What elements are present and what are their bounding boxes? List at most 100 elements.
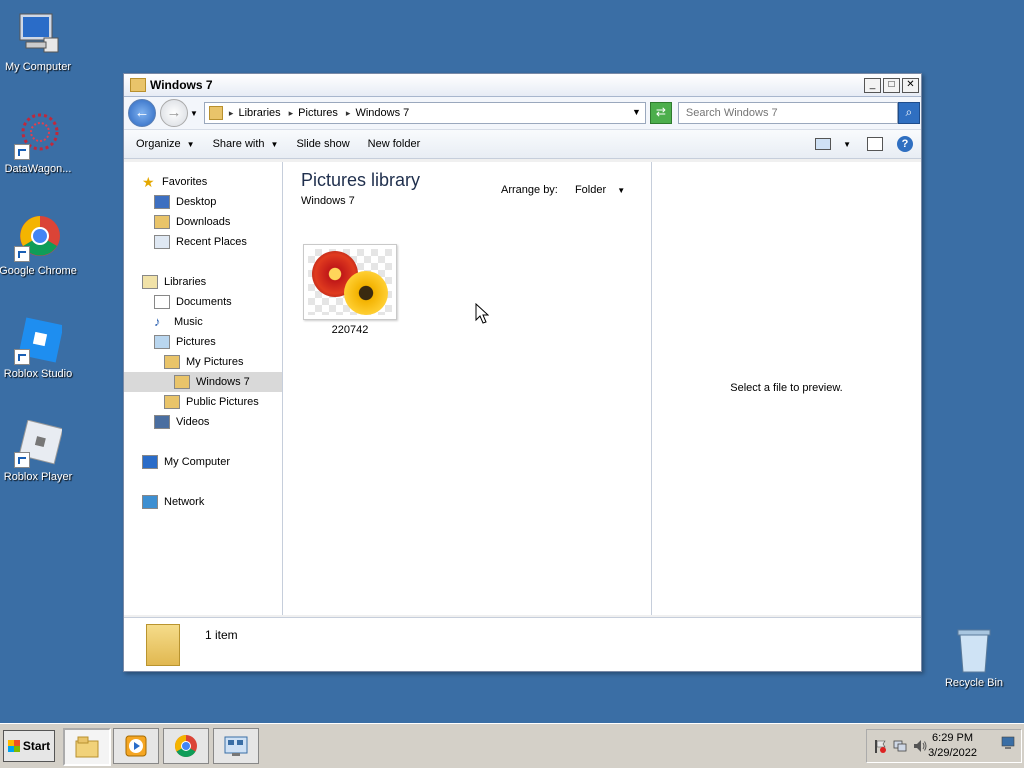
search-icon[interactable]: ⌕ xyxy=(897,102,920,124)
clock[interactable]: 6:29 PM 3/29/2022 xyxy=(928,731,977,761)
nav-label: Public Pictures xyxy=(186,396,259,408)
window-titlebar[interactable]: Windows 7 _ □ ✕ xyxy=(124,74,921,97)
nav-my-pictures[interactable]: My Pictures xyxy=(124,352,282,372)
clock-date: 3/29/2022 xyxy=(928,747,977,759)
action-center-flag-icon[interactable] xyxy=(873,739,887,753)
new-folder-button[interactable]: New folder xyxy=(368,138,421,150)
preview-pane: Select a file to preview. xyxy=(652,162,921,615)
organize-button[interactable]: Organize ▼ xyxy=(136,138,195,150)
nav-videos[interactable]: Videos xyxy=(124,412,282,432)
folder-icon xyxy=(164,355,180,369)
chevron-down-icon[interactable]: ▼ xyxy=(617,186,625,195)
nav-label: Pictures xyxy=(176,336,216,348)
windows-logo-icon xyxy=(7,740,20,752)
panes: ★ Favorites Desktop Downloads Recent Plac… xyxy=(124,162,921,615)
view-dropdown-icon[interactable]: ▼ xyxy=(843,140,851,149)
volume-icon[interactable] xyxy=(913,739,927,753)
slide-show-button[interactable]: Slide show xyxy=(296,138,349,150)
nav-pictures[interactable]: Pictures xyxy=(124,332,282,352)
taskbar-control-panel[interactable] xyxy=(213,728,259,764)
back-button[interactable]: ← xyxy=(128,99,156,127)
help-icon[interactable]: ? xyxy=(897,136,913,152)
roblox-studio-icon xyxy=(14,317,64,365)
show-desktop-icon[interactable] xyxy=(1001,736,1015,750)
search-box[interactable]: ⌕ xyxy=(677,102,920,124)
forward-button[interactable]: → xyxy=(160,99,188,127)
minimize-button[interactable]: _ xyxy=(864,77,881,93)
system-tray: 6:29 PM 3/29/2022 xyxy=(866,729,1022,763)
nav-label: Videos xyxy=(176,416,210,428)
address-dropdown-icon[interactable]: ▼ xyxy=(632,107,641,117)
documents-icon xyxy=(154,295,170,309)
search-input[interactable] xyxy=(683,106,878,120)
breadcrumb-windows7[interactable]: Windows 7 xyxy=(346,107,409,119)
nav-desktop[interactable]: Desktop xyxy=(124,192,282,212)
shortcut-arrow-icon xyxy=(14,144,30,160)
desktop-icon-google-chrome[interactable]: Google Chrome xyxy=(0,214,78,277)
breadcrumb-pictures[interactable]: Pictures xyxy=(289,107,338,119)
nav-windows7[interactable]: Windows 7 xyxy=(124,372,282,392)
file-list-pane: Pictures library Windows 7 Arrange by: F… xyxy=(283,162,652,615)
arrange-by[interactable]: Arrange by: Folder ▼ xyxy=(501,184,625,196)
refresh-button[interactable]: ⇄ xyxy=(649,102,672,124)
nav-label: Music xyxy=(174,316,203,328)
breadcrumb-libraries[interactable]: Libraries xyxy=(229,107,280,119)
desktop-icon-recycle-bin[interactable]: Recycle Bin xyxy=(934,626,1014,689)
network-icon xyxy=(142,495,158,509)
share-with-button[interactable]: Share with ▼ xyxy=(213,138,279,150)
nav-network[interactable]: Network xyxy=(124,492,282,512)
nav-label: Recent Places xyxy=(176,236,247,248)
network-tray-icon[interactable] xyxy=(893,739,907,753)
nav-libraries[interactable]: Libraries xyxy=(124,272,282,292)
recycle-bin-icon xyxy=(950,626,998,674)
desktop-icon-datawagon[interactable]: DataWagon... xyxy=(0,112,78,175)
music-icon: ♪ xyxy=(154,314,161,329)
change-view-icon[interactable] xyxy=(815,138,832,150)
desktop-icon-label: Recycle Bin xyxy=(944,677,1004,689)
folder-icon xyxy=(208,106,223,120)
desktop-icon-label: Roblox Studio xyxy=(3,368,73,380)
navigation-pane: ★ Favorites Desktop Downloads Recent Plac… xyxy=(124,162,283,615)
shortcut-arrow-icon xyxy=(14,452,30,468)
desktop-icon-roblox-studio[interactable]: Roblox Studio xyxy=(0,317,78,380)
nav-documents[interactable]: Documents xyxy=(124,292,282,312)
history-dropdown-icon[interactable]: ▼ xyxy=(190,109,198,118)
shortcut-arrow-icon xyxy=(14,349,30,365)
start-button[interactable]: Start xyxy=(3,730,55,762)
shortcut-arrow-icon xyxy=(14,246,30,262)
nav-label: Downloads xyxy=(176,216,231,228)
nav-downloads[interactable]: Downloads xyxy=(124,212,282,232)
nav-public-pictures[interactable]: Public Pictures xyxy=(124,392,282,412)
taskbar: Start 6:29 PM 3/29/2022 xyxy=(0,723,1024,768)
nav-my-computer[interactable]: My Computer xyxy=(124,452,282,472)
address-bar[interactable]: Libraries Pictures Windows 7 ▼ xyxy=(203,102,646,124)
pictures-icon xyxy=(154,335,170,349)
maximize-button[interactable]: □ xyxy=(883,77,900,93)
taskbar-explorer[interactable] xyxy=(63,728,111,766)
preview-pane-icon[interactable] xyxy=(867,137,883,151)
arrange-label: Arrange by: xyxy=(501,184,558,196)
preview-message: Select a file to preview. xyxy=(730,382,843,394)
library-title: Pictures library xyxy=(301,170,421,190)
taskbar-media-player[interactable] xyxy=(113,728,159,764)
control-panel-icon xyxy=(224,736,248,756)
nav-favorites[interactable]: ★ Favorites xyxy=(124,172,282,192)
computer-icon xyxy=(142,455,158,469)
star-icon: ★ xyxy=(142,174,155,190)
close-button[interactable]: ✕ xyxy=(902,77,919,93)
taskbar-chrome[interactable] xyxy=(163,728,209,764)
file-item[interactable]: 220742 xyxy=(303,244,397,336)
nav-music[interactable]: ♪ Music xyxy=(124,312,282,332)
videos-icon xyxy=(154,415,170,429)
image-thumbnail[interactable] xyxy=(303,244,397,320)
recent-places-icon xyxy=(154,235,170,249)
desktop-icon-my-computer[interactable]: My Computer xyxy=(0,10,78,73)
chrome-icon xyxy=(175,735,197,757)
arrange-value[interactable]: Folder xyxy=(575,184,606,196)
downloads-folder-icon xyxy=(154,215,170,229)
desktop-icon-roblox-player[interactable]: Roblox Player xyxy=(0,419,78,483)
nav-recent-places[interactable]: Recent Places xyxy=(124,232,282,252)
organize-label: Organize xyxy=(136,138,181,150)
nav-label: Network xyxy=(164,496,205,508)
nav-label: My Pictures xyxy=(186,356,244,368)
